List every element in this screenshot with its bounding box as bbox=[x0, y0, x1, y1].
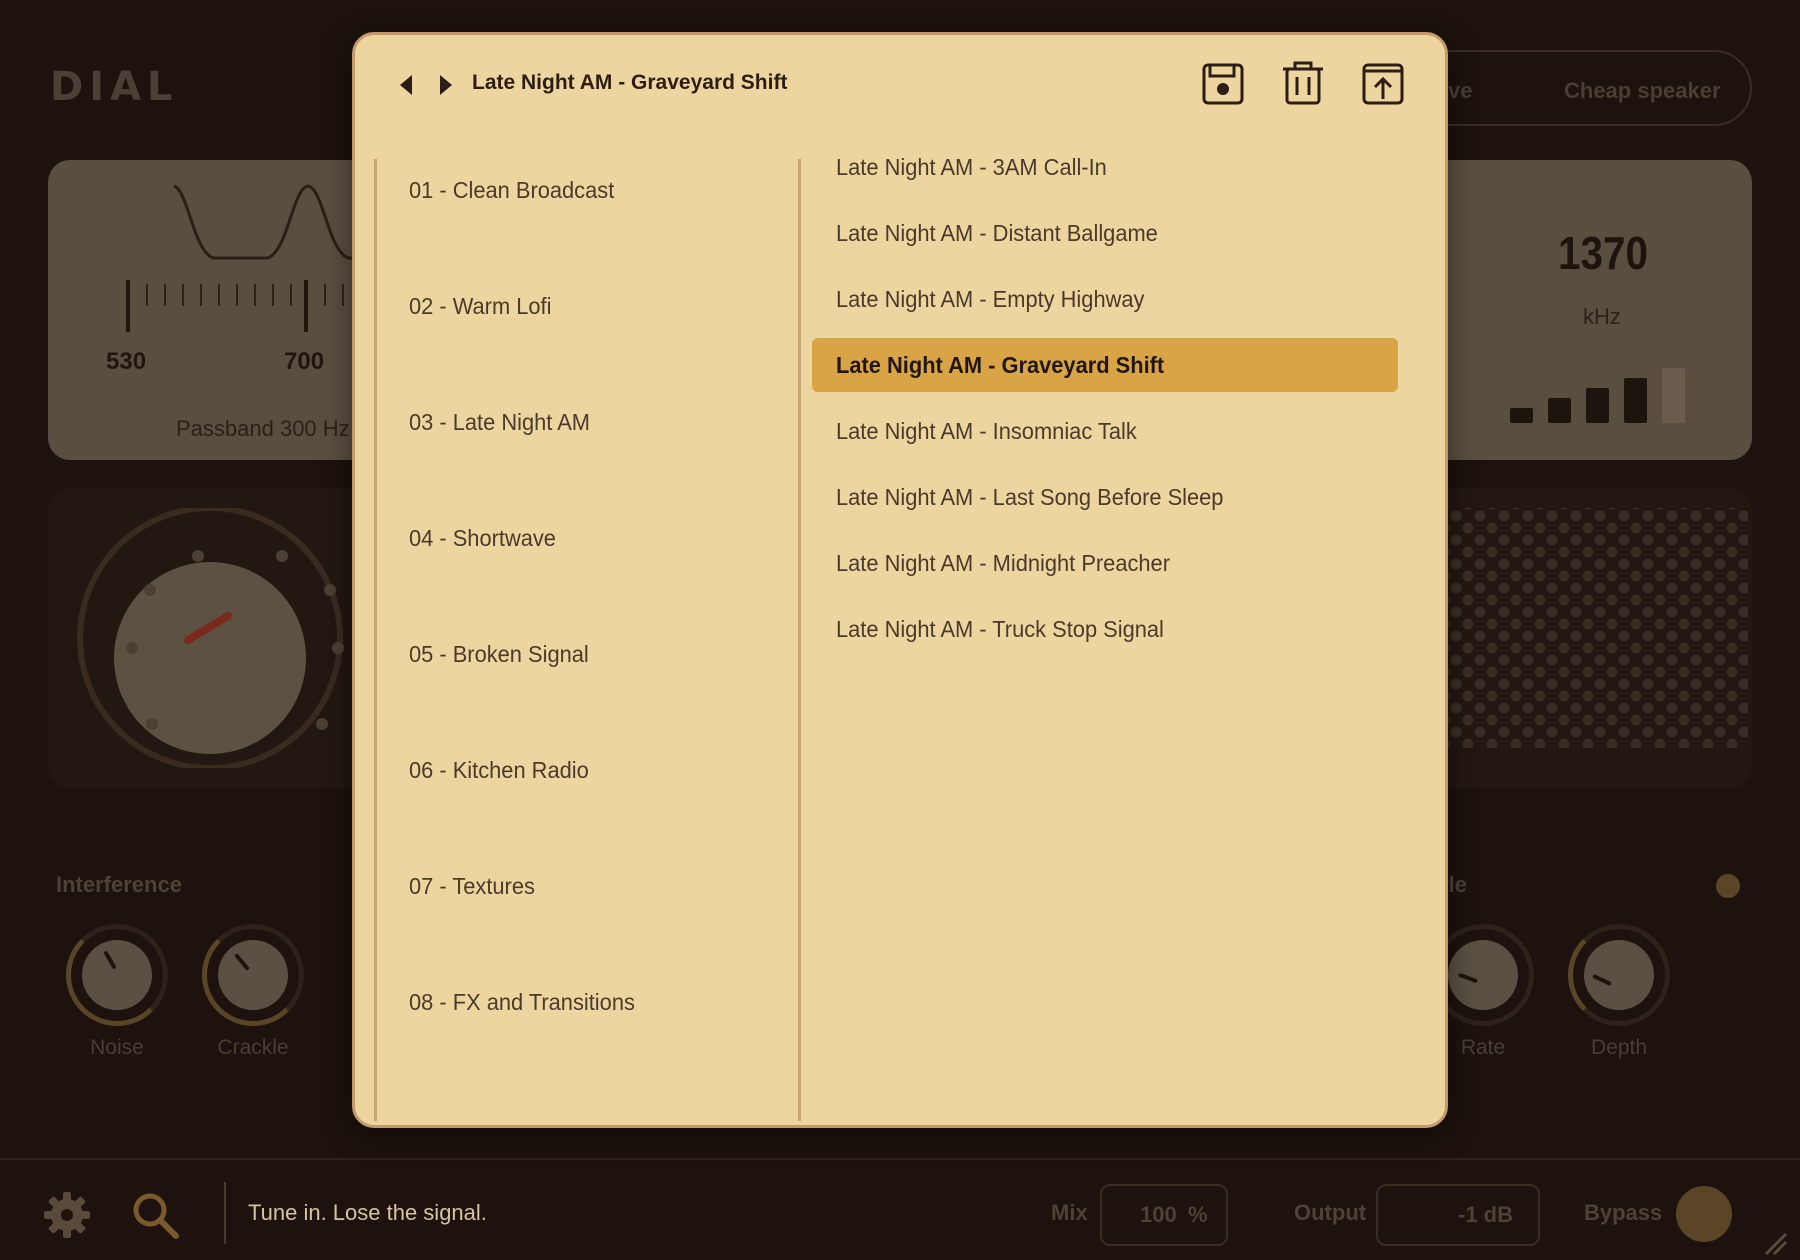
signal-bar bbox=[1510, 408, 1533, 423]
tick-mark bbox=[290, 284, 292, 306]
preset-browser-modal: Late Night AM - Graveyard Shift 01 - Cle… bbox=[352, 32, 1448, 1128]
search-icon[interactable] bbox=[128, 1188, 182, 1242]
signal-bar bbox=[1548, 398, 1571, 423]
current-preset-name: Late Night AM - Graveyard Shift bbox=[472, 71, 788, 94]
depth-knob-label: Depth bbox=[1590, 1036, 1648, 1059]
section-led bbox=[1716, 874, 1740, 898]
app-logo: DIAL bbox=[50, 64, 179, 110]
resize-handle-icon[interactable] bbox=[1760, 1228, 1790, 1258]
preset-item-label: Late Night AM - Empty Highway bbox=[836, 286, 1145, 312]
gear-icon[interactable] bbox=[40, 1188, 94, 1242]
freq-mark-label: 700 bbox=[284, 348, 325, 375]
tick-mark bbox=[324, 284, 326, 306]
preset-item-label: Late Night AM - Distant Ballgame bbox=[836, 220, 1158, 246]
chevron-left-icon[interactable] bbox=[393, 71, 421, 99]
tick-mark bbox=[126, 280, 130, 332]
export-icon[interactable] bbox=[1360, 61, 1406, 107]
mode-option[interactable]: ve bbox=[1448, 78, 1472, 104]
preset-item-label: Late Night AM - 3AM Call-In bbox=[836, 154, 1107, 180]
tick-big bbox=[304, 280, 308, 332]
output-field[interactable]: -1 dB bbox=[1376, 1184, 1540, 1246]
signal-bar-empty bbox=[1662, 368, 1685, 423]
tick-mark bbox=[236, 284, 238, 306]
bypass-toggle[interactable] bbox=[1676, 1186, 1732, 1242]
preset-item[interactable]: Late Night AM - Truck Stop Signal bbox=[812, 602, 1398, 656]
bank-item-broken-signal[interactable]: 05 - Broken Signal bbox=[409, 641, 589, 668]
bar-divider bbox=[224, 1182, 226, 1244]
preset-item-label: Late Night AM - Last Song Before Sleep bbox=[836, 484, 1224, 510]
tuning-dial[interactable] bbox=[76, 508, 346, 768]
mix-label: Mix bbox=[1051, 1200, 1088, 1225]
bank-item-warm-lofi[interactable]: 02 - Warm Lofi bbox=[409, 293, 551, 320]
tick-mark bbox=[182, 284, 184, 306]
status-message: Tune in. Lose the signal. bbox=[248, 1200, 487, 1225]
modal-header: Late Night AM - Graveyard Shift bbox=[355, 35, 1445, 135]
tick-mark bbox=[200, 284, 202, 306]
signal-bar bbox=[1586, 388, 1609, 423]
chevron-right-icon[interactable] bbox=[431, 71, 459, 99]
preset-item[interactable]: Late Night AM - Insomniac Talk bbox=[812, 404, 1398, 458]
trash-icon[interactable] bbox=[1280, 61, 1326, 107]
bank-item-kitchen-radio[interactable]: 06 - Kitchen Radio bbox=[409, 757, 589, 784]
tick-mark bbox=[146, 284, 148, 306]
tick-mark bbox=[342, 284, 344, 306]
mix-unit: % bbox=[1188, 1202, 1208, 1227]
output-label: Output bbox=[1294, 1200, 1367, 1225]
bypass-label: Bypass bbox=[1584, 1200, 1663, 1225]
tick-mark bbox=[218, 284, 220, 306]
speaker-grille bbox=[1448, 508, 1748, 748]
preset-item-label: Late Night AM - Midnight Preacher bbox=[836, 550, 1170, 576]
signal-bar bbox=[1624, 378, 1647, 423]
bank-list-divider bbox=[374, 159, 377, 1121]
bank-item-fx-and-transitions[interactable]: 08 - FX and Transitions bbox=[409, 989, 635, 1016]
mode-option-cheap-speaker[interactable]: Cheap speaker bbox=[1564, 78, 1721, 104]
frequency-readout: 1370 bbox=[1558, 227, 1649, 279]
bank-item-late-night-am[interactable]: 03 - Late Night AM bbox=[409, 409, 590, 436]
preset-item[interactable]: Late Night AM - 3AM Call-In bbox=[812, 140, 1398, 194]
preset-item-label: Late Night AM - Insomniac Talk bbox=[836, 418, 1137, 444]
tick-mark bbox=[254, 284, 256, 306]
tick-mark bbox=[272, 284, 274, 306]
noise-knob-label: Noise bbox=[90, 1036, 144, 1059]
tick-mark bbox=[164, 284, 166, 306]
mix-value: 100 bbox=[1140, 1202, 1177, 1227]
freq-mark-label: 530 bbox=[106, 348, 147, 375]
save-icon[interactable] bbox=[1200, 61, 1246, 107]
preset-item[interactable]: Late Night AM - Last Song Before Sleep bbox=[812, 470, 1398, 524]
mix-field[interactable]: 100 % bbox=[1100, 1184, 1228, 1246]
preset-item[interactable]: Late Night AM - Empty Highway bbox=[812, 272, 1398, 326]
preset-item-label: Late Night AM - Truck Stop Signal bbox=[836, 616, 1164, 642]
output-value: -1 dB bbox=[1458, 1202, 1513, 1227]
bank-item-shortwave[interactable]: 04 - Shortwave bbox=[409, 525, 556, 552]
column-divider bbox=[798, 159, 801, 1121]
frequency-unit: kHz bbox=[1583, 304, 1621, 329]
crackle-knob-label: Crackle bbox=[217, 1036, 289, 1059]
preset-item[interactable]: Late Night AM - Distant Ballgame bbox=[812, 206, 1398, 260]
bottom-bar: Tune in. Lose the signal. Mix 100 % Outp… bbox=[0, 1158, 1800, 1260]
output-mode-selector[interactable]: ve Cheap speaker bbox=[1400, 50, 1752, 126]
preset-item[interactable]: Late Night AM - Midnight Preacher bbox=[812, 536, 1398, 590]
bank-item-textures[interactable]: 07 - Textures bbox=[409, 873, 535, 900]
interference-section-title: Interference bbox=[56, 872, 182, 897]
bank-item-clean-broadcast[interactable]: 01 - Clean Broadcast bbox=[409, 177, 614, 204]
preset-item-label: Late Night AM - Graveyard Shift bbox=[836, 352, 1165, 378]
preset-item-selected[interactable]: Late Night AM - Graveyard Shift bbox=[812, 338, 1398, 392]
